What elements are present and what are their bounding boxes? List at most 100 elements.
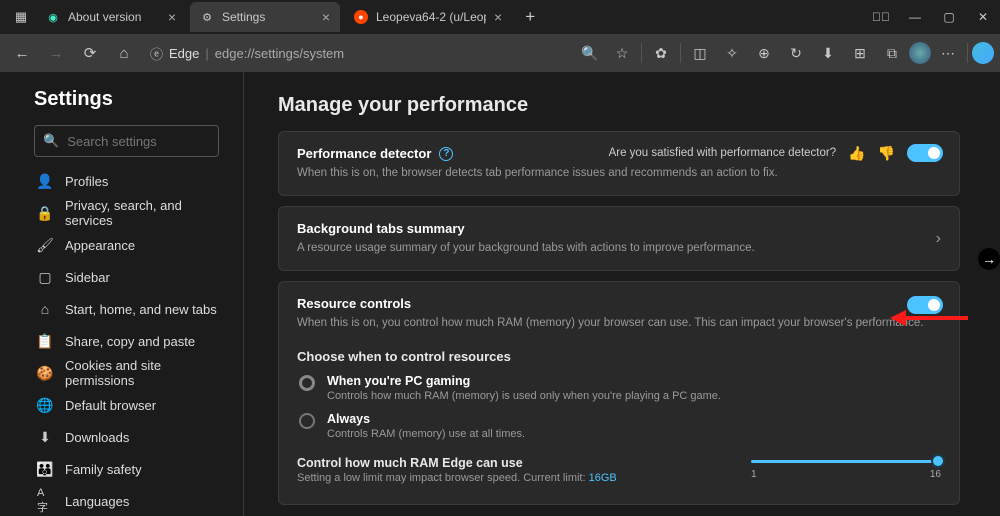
sidebar-item-label: Privacy, search, and services (65, 198, 233, 228)
card-desc: When this is on, the browser detects tab… (297, 165, 941, 181)
thumbs-up-icon[interactable]: 👍 (848, 145, 865, 162)
perf-detector-toggle[interactable] (907, 144, 943, 162)
divider (641, 43, 642, 63)
refresh-button[interactable]: ⟳ (74, 37, 106, 69)
settings-content: Manage your performance Performance dete… (244, 72, 1000, 516)
tab-reddit[interactable]: ● Leopeva64-2 (u/Leopeva64-2) - I × (344, 2, 512, 32)
sidebar-item-languages[interactable]: A字 Languages (14, 485, 233, 516)
sidebar-item-share[interactable]: 📋 Share, copy and paste (14, 325, 233, 357)
resource-controls-toggle[interactable] (907, 296, 943, 314)
screenshot-icon[interactable]: ⧉ (877, 38, 907, 68)
radio-icon (299, 413, 315, 429)
slider-knob[interactable] (931, 454, 945, 468)
extensions-icon[interactable]: ✿ (646, 38, 676, 68)
forward-button[interactable]: → (40, 37, 72, 69)
search-icon: 🔍 (43, 133, 59, 149)
divider (967, 43, 968, 63)
lock-icon: 🔒 (37, 205, 53, 222)
sidebar-item-profiles[interactable]: 👤 Profiles (14, 165, 233, 197)
sidebar-item-label: Sidebar (65, 270, 110, 285)
maximize-button[interactable]: ▢ (932, 0, 966, 34)
panel-icon: ▢ (37, 269, 53, 286)
option-desc: Controls how much RAM (memory) is used o… (327, 390, 721, 402)
sidebar-item-appearance[interactable]: 🖌 Appearance (14, 229, 233, 261)
option-title: When you're PC gaming (327, 374, 721, 388)
card-desc: When this is on, you control how much RA… (297, 315, 941, 331)
address-bar: ← → ⟳ ⌂ ⓔ Edge | edge://settings/system … (0, 34, 1000, 72)
wallet-icon[interactable]: ♡⃝ (864, 0, 898, 34)
language-icon: A字 (37, 487, 53, 515)
tab-about-version[interactable]: ◉ About version × (36, 2, 186, 32)
search-input[interactable] (67, 134, 243, 149)
card-title-text: Resource controls (297, 296, 411, 311)
tab-settings[interactable]: ⚙ Settings × (190, 2, 340, 32)
card-desc: A resource usage summary of your backgro… (297, 240, 941, 256)
new-tab-button[interactable]: + (516, 3, 544, 31)
tab-actions-button[interactable]: ▦ (6, 2, 36, 32)
option-title: Always (327, 412, 525, 426)
radio-option-always[interactable]: Always Controls RAM (memory) use at all … (299, 412, 941, 440)
clipboard-icon: 📋 (37, 333, 53, 350)
sidebar-item-downloads[interactable]: ⬇Downloads (14, 421, 233, 453)
current-limit-link[interactable]: 16GB (589, 472, 617, 484)
close-icon[interactable]: × (322, 9, 330, 25)
sidebar-item-label: Languages (65, 494, 129, 509)
sidebar-item-label: Default browser (65, 398, 156, 413)
family-icon: 👪 (37, 461, 53, 478)
card-background-tabs[interactable]: Background tabs summary A resource usage… (278, 206, 960, 271)
sidebar-item-label: Share, copy and paste (65, 334, 195, 349)
sidebar-item-sidebar[interactable]: ▢ Sidebar (14, 261, 233, 293)
sidebar-item-start[interactable]: ⌂Start, home, and new tabs (14, 293, 233, 325)
side-forward-button[interactable]: → (978, 248, 1000, 270)
profile-avatar[interactable] (909, 42, 931, 64)
profile-icon: 👤 (37, 173, 53, 190)
close-icon[interactable]: × (168, 9, 176, 25)
divider (680, 43, 681, 63)
apps-icon[interactable]: ⊞ (845, 38, 875, 68)
card-performance-detector: Performance detector ? When this is on, … (278, 131, 960, 196)
gear-icon: ⚙ (200, 10, 214, 24)
url-field[interactable]: ⓔ Edge | edge://settings/system (142, 38, 573, 68)
sidebar-item-label: Appearance (65, 238, 135, 253)
sidebar-item-family[interactable]: 👪 Family safety (14, 453, 233, 485)
collections-icon[interactable]: ⊕ (749, 38, 779, 68)
card-resource-controls: Resource controls When this is on, you c… (278, 281, 960, 505)
sidebar-item-label: Cookies and site permissions (65, 358, 233, 388)
sidebar-item-privacy[interactable]: 🔒 Privacy, search, and services (14, 197, 233, 229)
window-titlebar: ▦ ◉ About version × ⚙ Settings × ● Leope… (0, 0, 1000, 34)
sidebar-item-default-browser[interactable]: 🌐 Default browser (14, 389, 233, 421)
close-window-button[interactable]: ✕ (966, 0, 1000, 34)
sidebar-item-cookies[interactable]: 🍪Cookies and site permissions (14, 357, 233, 389)
url-separator: | (205, 46, 208, 61)
history-icon[interactable]: ↻ (781, 38, 811, 68)
option-desc: Controls RAM (memory) use at all times. (327, 428, 525, 440)
sidebar-item-label: Profiles (65, 174, 108, 189)
more-menu-icon[interactable]: ⋯ (933, 38, 963, 68)
home-button[interactable]: ⌂ (108, 37, 140, 69)
tab-label: Settings (222, 10, 265, 24)
sidebar-title: Settings (34, 88, 233, 111)
split-screen-icon[interactable]: ◫ (685, 38, 715, 68)
minimize-button[interactable]: — (898, 0, 932, 34)
window-controls: ♡⃝ — ▢ ✕ (864, 0, 1000, 34)
paint-icon: 🖌 (37, 237, 53, 254)
globe-icon: 🌐 (37, 397, 53, 414)
copilot-icon[interactable] (972, 42, 994, 64)
back-button[interactable]: ← (6, 37, 38, 69)
close-icon[interactable]: × (494, 9, 502, 25)
settings-search[interactable]: 🔍 (34, 125, 219, 157)
slider-max: 16 (930, 469, 941, 480)
tab-label: About version (68, 10, 141, 24)
thumbs-down-icon[interactable]: 👎 (878, 145, 895, 162)
chevron-right-icon: › (936, 230, 941, 248)
zoom-icon[interactable]: 🔍 (575, 38, 605, 68)
downloads-icon[interactable]: ⬇ (813, 38, 843, 68)
favorites-icon[interactable]: ✧ (717, 38, 747, 68)
tab-label: Leopeva64-2 (u/Leopeva64-2) - I (376, 10, 486, 24)
ram-slider[interactable]: 1 16 (751, 460, 941, 480)
info-icon[interactable]: ? (439, 147, 453, 161)
sidebar-item-label: Family safety (65, 462, 142, 477)
radio-option-pc-gaming[interactable]: When you're PC gaming Controls how much … (299, 374, 941, 402)
favorite-icon[interactable]: ☆ (607, 38, 637, 68)
choose-when-header: Choose when to control resources (297, 349, 941, 364)
